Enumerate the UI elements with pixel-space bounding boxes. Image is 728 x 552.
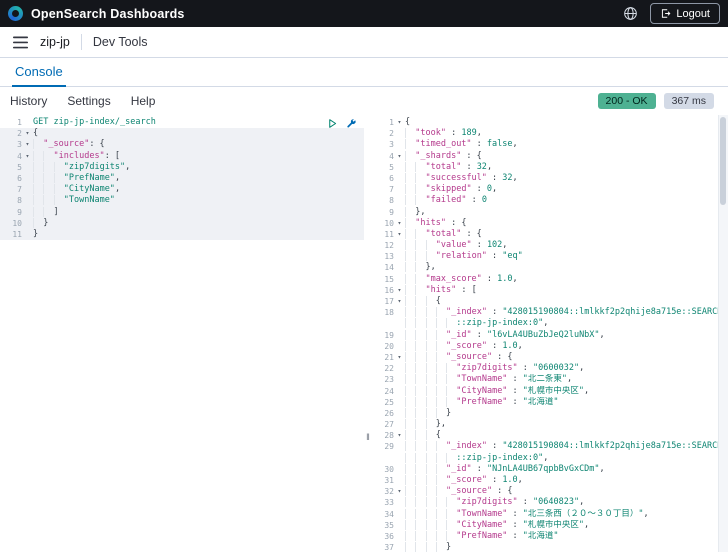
wrench-icon[interactable] <box>346 118 357 129</box>
tab-bar: Console <box>0 58 728 87</box>
code-line: 27 }, <box>384 419 446 430</box>
code-line: 32 ▾ "_source" : { <box>384 486 513 497</box>
code-line: 6 "PrefName", <box>0 172 364 185</box>
menu-icon[interactable] <box>10 32 30 52</box>
logout-icon <box>660 8 671 19</box>
code-line: 7 "skipped" : 0, <box>389 184 498 195</box>
panel-resizer[interactable]: ‖ <box>364 433 372 442</box>
request-actions <box>327 118 357 129</box>
code-line: 10 } <box>0 217 364 229</box>
code-line: 18 "_index" : "428015190804::lmlkkf2p2qh… <box>384 307 718 318</box>
code-line: 28 ▾ { <box>384 430 441 441</box>
code-line: 2 ▾{ <box>0 128 364 140</box>
code-line: 31 "_score" : 1.0, <box>384 475 523 485</box>
code-line: 8 "TownName" <box>0 195 364 207</box>
code-line: 37 } <box>384 542 452 552</box>
code-line: 25 "PrefName" : "北海道" <box>384 396 559 407</box>
code-line: 1 ▾{ <box>389 117 411 127</box>
scrollbar-thumb[interactable] <box>720 117 726 205</box>
code-line: 11} <box>0 228 364 241</box>
logout-label: Logout <box>676 7 710 20</box>
code-line: 34 "TownName" : "北三条西（２０～３０丁目）", <box>384 508 649 519</box>
code-line: 6 "successful" : 32, <box>389 172 518 183</box>
code-line: 20 "_score" : 1.0, <box>384 340 523 351</box>
code-line: 35 "CityName" : "札幌市中央区", <box>384 519 590 530</box>
code-line: 4 ▾ "includes": [ <box>0 150 364 162</box>
code-line: 33 "zip7digits" : "0640823", <box>384 497 585 508</box>
breadcrumb-workspace[interactable]: zip-jp <box>40 35 70 49</box>
panel-divider: ‖ <box>364 115 372 552</box>
code-line: 3 "timed_out" : false, <box>389 139 518 150</box>
response-viewer[interactable]: 1 ▾{2 "took" : 189, 3 "timed_out" : false,… <box>372 115 718 552</box>
code-line: 13 "relation" : "eq" <box>384 251 523 262</box>
time-badge: 367 ms <box>663 93 714 109</box>
console-split-view: 1 GET zip-jp-index/_search 2 ▾{3 ▾ "_source"… <box>0 115 728 552</box>
code-line: 24 "CityName" : "札幌市中央区", <box>384 385 590 396</box>
globe-icon[interactable] <box>619 3 641 25</box>
code-line: 12 "value" : 102, <box>384 240 508 251</box>
code-line: 10 ▾ "hits" : { <box>384 217 467 228</box>
code-line: 23 "TownName" : "北二条東", <box>384 374 573 385</box>
code-line: ::zip-jp-index:0", <box>372 318 718 329</box>
code-line: 1 GET zip-jp-index/_search <box>17 117 156 127</box>
code-line: 17 ▾ { <box>384 296 441 306</box>
code-line: 5 "zip7digits", <box>0 161 364 173</box>
code-line: 15 "max_score" : 1.0, <box>384 273 518 284</box>
status-badge: 200 - OK <box>597 93 656 109</box>
code-line: 22 "zip7digits" : "0600032", <box>384 363 585 374</box>
code-line: ::zip-jp-index:0", <box>372 452 718 464</box>
tab-console[interactable]: Console <box>12 58 66 87</box>
brand-title: OpenSearch Dashboards <box>31 6 185 21</box>
response-scrollbar <box>718 115 728 552</box>
code-line: 9 ] <box>0 206 364 218</box>
code-line: 9 }, <box>389 206 426 217</box>
code-line: 4 ▾ "_shards" : { <box>389 150 482 161</box>
breadcrumb-divider <box>80 34 82 50</box>
history-button[interactable]: History <box>10 94 47 108</box>
help-button[interactable]: Help <box>131 94 156 108</box>
code-line: 19 "_id" : "l6vLA4UBuZbJeQ2luNbX", <box>384 329 605 340</box>
request-editor[interactable]: 1 GET zip-jp-index/_search 2 ▾{3 ▾ "_source"… <box>0 115 364 552</box>
code-line: 30 "_id" : "NJnLA4UB67qpbBvGxCDm", <box>384 463 605 474</box>
send-request-button[interactable] <box>327 118 338 129</box>
code-line: 29 "_index" : "428015190804::lmlkkf2p2qh… <box>384 441 718 452</box>
code-line: 36 "PrefName" : "北海道" <box>384 530 559 541</box>
code-line: 16 ▾ "hits" : [ <box>384 284 477 295</box>
nav-bar: zip-jp Dev Tools <box>0 27 728 58</box>
logout-button[interactable]: Logout <box>650 3 720 24</box>
code-line: 3 ▾ "_source": { <box>0 139 364 151</box>
code-line: 5 "total" : 32, <box>389 161 493 172</box>
console-toolbar: History Settings Help 200 - OK 367 ms <box>0 87 728 115</box>
top-header: OpenSearch Dashboards Logout <box>0 0 728 27</box>
code-line: 14 }, <box>384 262 436 273</box>
code-line: 8 "failed" : 0 <box>389 195 487 206</box>
code-line: 21 ▾ "_source" : { <box>384 351 513 362</box>
breadcrumb-dev-tools[interactable]: Dev Tools <box>93 35 148 49</box>
settings-button[interactable]: Settings <box>67 94 110 108</box>
opensearch-dashboards-window: OpenSearch Dashboards Logout zip-jp Dev … <box>0 0 728 552</box>
code-line: 2 "took" : 189, <box>389 128 482 139</box>
code-line: 26 } <box>384 407 452 418</box>
response-status-group: 200 - OK 367 ms <box>597 93 714 109</box>
opensearch-logo-icon <box>8 6 23 21</box>
code-line: 7 "CityName", <box>0 184 364 196</box>
code-line: 11 ▾ "total" : { <box>384 228 482 239</box>
